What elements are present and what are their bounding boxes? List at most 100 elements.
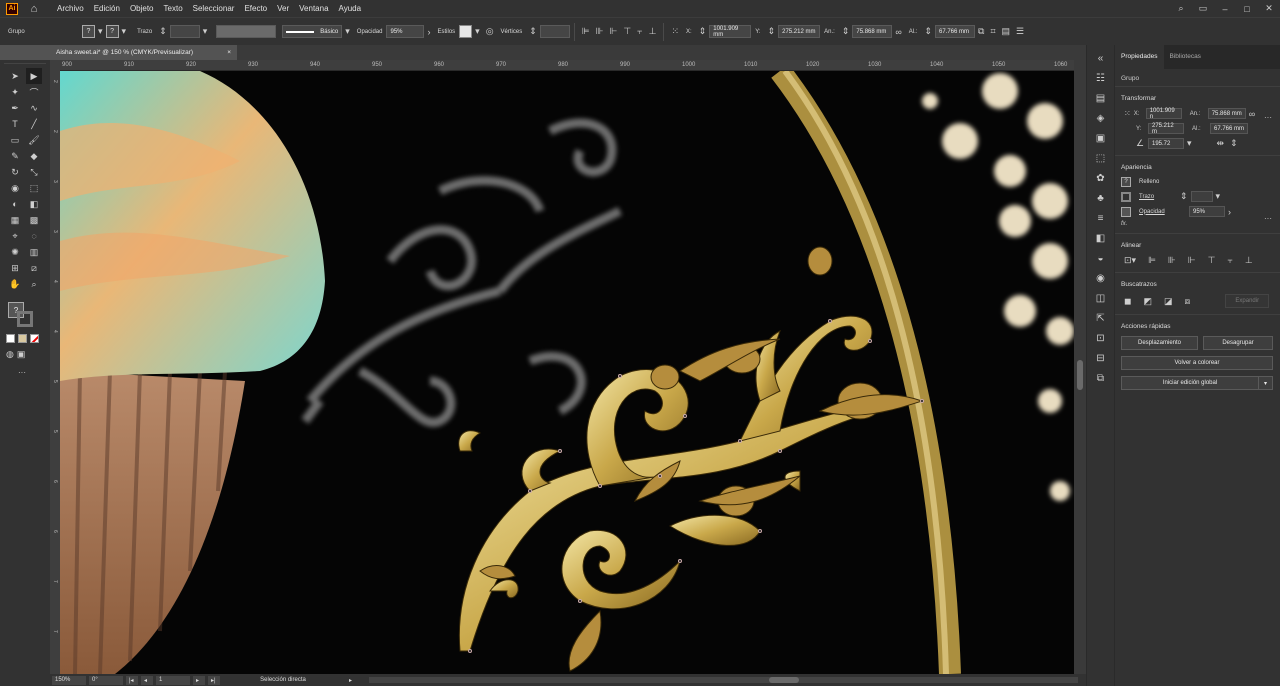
close-tab-icon[interactable]: × <box>227 49 231 56</box>
align-right-icon[interactable]: ⊩ <box>609 26 617 37</box>
shape-builder-tool-icon[interactable]: ◐ <box>7 196 23 212</box>
y-field[interactable]: 275.212 mm <box>778 25 821 38</box>
blend-tool-icon[interactable]: ◌ <box>26 228 42 244</box>
libraries-icon[interactable]: ▤ <box>1094 91 1108 105</box>
none-mode-icon[interactable] <box>30 334 39 343</box>
type-tool-icon[interactable]: T <box>7 116 23 132</box>
pen-tool-icon[interactable]: ✒ <box>7 100 23 116</box>
stepper-icon[interactable]: ⇕ <box>924 26 932 37</box>
vertices-field[interactable] <box>539 25 570 38</box>
opacity-field[interactable]: 95% <box>386 25 425 38</box>
color-mode-icon[interactable] <box>6 334 15 343</box>
effects-fx-icon[interactable]: fx. <box>1121 221 1127 227</box>
vertical-scrollbar[interactable] <box>1074 60 1086 674</box>
recolor-button[interactable]: Volver a colorear <box>1121 356 1273 370</box>
isolate-icon[interactable]: ⌗ <box>990 26 995 37</box>
menu-item-2[interactable]: Objeto <box>125 0 159 17</box>
fill-swatch[interactable]: ? <box>1121 177 1131 187</box>
appearance-icon[interactable]: ◉ <box>1094 271 1108 285</box>
align-vcenter-icon[interactable]: ⫟ <box>1227 255 1232 266</box>
menu-item-1[interactable]: Edición <box>89 0 125 17</box>
more-options-icon[interactable]: ··· <box>1264 214 1272 223</box>
paintbrush-tool-icon[interactable]: 🖌 <box>26 132 42 148</box>
panel-w-field[interactable]: 75.868 mm <box>1207 108 1246 119</box>
chevron-down-icon[interactable]: ▾ <box>345 26 350 37</box>
menu-item-8[interactable]: Ayuda <box>334 0 367 17</box>
align-top-icon[interactable]: ⊤ <box>623 26 631 37</box>
graphic-styles-icon[interactable]: ◫ <box>1094 291 1108 305</box>
minus-front-icon[interactable]: ◩ <box>1143 296 1152 307</box>
unite-icon[interactable]: ◼ <box>1124 296 1131 307</box>
brushes-icon[interactable]: ✿ <box>1094 171 1108 185</box>
align-bottom-icon[interactable]: ⊥ <box>1245 255 1253 266</box>
pathfinder-panel-icon[interactable]: ⧉ <box>1094 371 1108 385</box>
stroke-weight-field[interactable] <box>169 25 200 38</box>
stepper-icon[interactable]: ⇕ <box>699 26 707 37</box>
menu-item-6[interactable]: Ver <box>272 0 294 17</box>
chevron-down-icon[interactable]: ▾ <box>122 26 127 37</box>
tab-properties[interactable]: Propiedades <box>1115 45 1164 69</box>
stroke-swatch[interactable] <box>1121 191 1131 202</box>
slice-tool-icon[interactable]: ⧄ <box>26 260 42 276</box>
next-artboard-icon[interactable]: ▸ <box>193 675 205 685</box>
maximize-icon[interactable]: □ <box>1236 4 1258 14</box>
properties-icon[interactable]: ☷ <box>1094 71 1108 85</box>
menu-item-4[interactable]: Seleccionar <box>188 0 240 17</box>
hscroll-thumb[interactable] <box>769 677 799 683</box>
align-vcenter-icon[interactable]: ⫟ <box>637 26 642 37</box>
prev-artboard-icon[interactable]: ◂ <box>141 675 153 685</box>
reference-point-icon[interactable]: ⁙ <box>671 26 679 37</box>
rectangle-tool-icon[interactable]: ▭ <box>7 132 23 148</box>
expand-button[interactable]: Expandir <box>1225 294 1270 308</box>
document-tab[interactable]: Aisha sweet.ai* @ 150 % (CMYK/Previsuali… <box>50 45 237 60</box>
align-left-icon[interactable]: ⊫ <box>582 26 590 37</box>
stroke-weight-field[interactable] <box>1190 191 1213 202</box>
eraser-tool-icon[interactable]: ◆ <box>26 148 42 164</box>
more-tools-icon[interactable]: ··· <box>18 368 50 377</box>
rotation-field[interactable]: 0° <box>89 675 123 685</box>
stepper-icon[interactable]: ⇕ <box>842 26 850 37</box>
variable-width-field[interactable] <box>216 25 277 38</box>
intersect-icon[interactable]: ◪ <box>1164 296 1173 307</box>
arrange-docs-icon[interactable]: ▤ <box>1002 26 1011 37</box>
screen-mode-icon[interactable]: ▣ <box>17 349 26 360</box>
artboard-tool-icon[interactable]: ⊞ <box>7 260 23 276</box>
ungroup-button[interactable]: Desagrupar <box>1203 336 1273 350</box>
selection-tool-icon[interactable]: ➤ <box>7 68 23 84</box>
stroke-swatch[interactable]: ? <box>105 25 119 38</box>
draw-mode-icon[interactable]: ◍ <box>6 349 14 360</box>
status-arrow-icon[interactable]: ▸ <box>346 676 358 685</box>
stepper-icon[interactable]: ⇕ <box>529 26 537 37</box>
opacity-label[interactable]: Opacidad <box>357 29 383 35</box>
align-hcenter-icon[interactable]: ⊪ <box>1168 255 1176 266</box>
transform-icon[interactable]: ⧉ <box>978 26 984 37</box>
horizontal-scrollbar[interactable] <box>369 677 1078 683</box>
hand-tool-icon[interactable]: ✋ <box>7 276 23 292</box>
link-icon[interactable]: ∞ <box>895 27 901 37</box>
gradient-tool-icon[interactable]: ▩ <box>26 212 42 228</box>
zoom-tool-icon[interactable]: ⌕ <box>26 276 42 292</box>
rotate-tool-icon[interactable]: ↻ <box>7 164 23 180</box>
menu-item-5[interactable]: Efecto <box>239 0 272 17</box>
live-paint-tool-icon[interactable]: ◧ <box>26 196 42 212</box>
flip-horizontal-icon[interactable]: ⇹ <box>1217 138 1225 149</box>
collapse-icon[interactable]: « <box>1094 51 1108 65</box>
line-tool-icon[interactable]: ╱ <box>26 116 42 132</box>
eyedropper-tool-icon[interactable]: ⌖ <box>7 228 23 244</box>
last-artboard-icon[interactable]: ▸| <box>208 675 220 685</box>
exclude-icon[interactable]: ⧈ <box>1185 296 1191 307</box>
more-options-icon[interactable]: ··· <box>1264 113 1272 122</box>
fill-swatch[interactable]: ? <box>82 25 95 38</box>
artboard-field[interactable]: 1 <box>156 675 190 685</box>
minimize-icon[interactable]: – <box>1214 4 1236 14</box>
arrange-icon[interactable]: ▭ <box>1192 3 1214 14</box>
align-bottom-icon[interactable]: ⊥ <box>649 26 657 37</box>
offset-path-button[interactable]: Desplazamiento <box>1121 336 1198 350</box>
zoom-field[interactable]: 150% <box>52 675 86 685</box>
free-transform-tool-icon[interactable]: ⬚ <box>26 180 42 196</box>
ruler-horizontal[interactable]: 900 910 920 930 940 950 960 970 980 990 1000 1010 10… <box>60 60 1074 71</box>
lasso-tool-icon[interactable]: ⌒ <box>26 84 42 100</box>
stroke-indicator[interactable] <box>17 311 33 327</box>
artboards-icon[interactable]: ▣ <box>1094 131 1108 145</box>
export-icon[interactable]: ⇱ <box>1094 311 1108 325</box>
